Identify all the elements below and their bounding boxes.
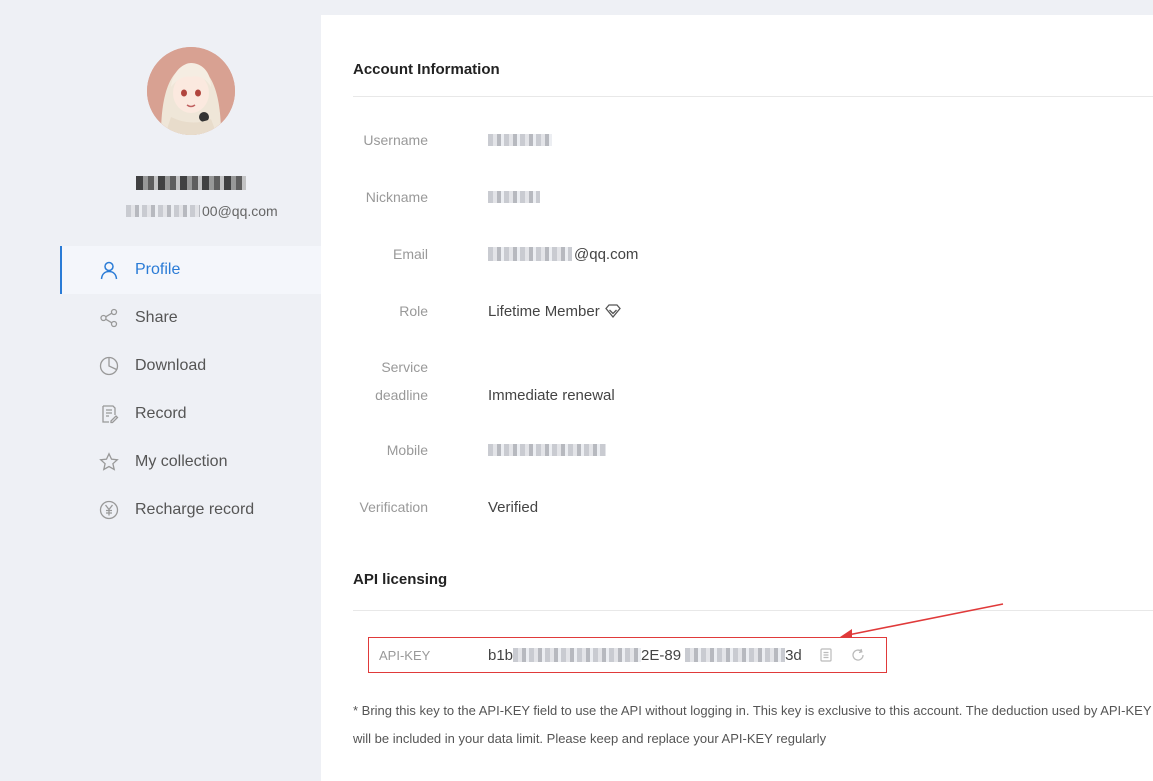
sidebar-item-recharge-record[interactable]: Recharge record	[60, 486, 321, 534]
refresh-icon[interactable]	[850, 647, 866, 663]
email-row: Email @qq.com	[353, 239, 1113, 269]
sidebar-nav: Profile Share Download Record My collect…	[60, 246, 321, 534]
sidebar-item-label: Recharge record	[135, 501, 255, 518]
immediate-renewal-link[interactable]: Immediate renewal	[488, 381, 615, 409]
api-key-row: API-KEY b1b 2E-89 3d	[368, 637, 887, 673]
username-value-redacted	[488, 134, 552, 146]
sidebar-item-label: Profile	[135, 261, 181, 278]
sidebar-item-my-collection[interactable]: My collection	[60, 438, 321, 486]
user-icon	[98, 259, 120, 281]
sidebar-item-profile[interactable]: Profile	[60, 246, 321, 294]
main-panel: Account Information Username Nickname Em…	[321, 15, 1153, 781]
diamond-icon	[604, 304, 621, 319]
email-value: @qq.com	[488, 246, 638, 263]
annotation-arrow-icon	[840, 603, 1004, 638]
nickname-label: Nickname	[365, 189, 428, 205]
pie-chart-icon	[98, 355, 120, 377]
api-key-note: * Bring this key to the API-KEY field to…	[353, 703, 1152, 746]
verification-value: Verified	[488, 498, 539, 516]
divider	[353, 610, 1153, 611]
api-key-label: API-KEY	[379, 647, 431, 663]
sidebar-item-label: Record	[135, 405, 187, 422]
record-icon	[98, 403, 120, 425]
yen-icon	[98, 499, 120, 521]
user-email: 00@qq.com	[126, 203, 278, 219]
mobile-value-redacted	[488, 444, 606, 456]
nickname-value-redacted	[488, 191, 540, 203]
copy-icon[interactable]	[818, 647, 834, 663]
nickname-row: Nickname	[353, 182, 1113, 212]
api-licensing-title: API licensing	[353, 571, 448, 588]
divider	[353, 96, 1153, 97]
mobile-label: Mobile	[386, 442, 428, 458]
sidebar-item-label: Share	[135, 309, 178, 326]
email-label: Email	[392, 246, 428, 262]
mobile-row: Mobile	[353, 435, 1113, 465]
sidebar-item-download[interactable]: Download	[60, 342, 321, 390]
role-row: Role Lifetime Member	[353, 296, 1113, 326]
sidebar: 00@qq.com Profile Share Download Record	[0, 0, 321, 781]
sidebar-item-label: My collection	[135, 453, 228, 470]
verification-row: Verification Verified	[353, 492, 1113, 522]
api-key-value[interactable]: b1b 2E-89 3d	[488, 647, 802, 664]
role-value: Lifetime Member	[488, 302, 622, 320]
verification-label: Verification	[359, 499, 428, 515]
user-name-redacted	[136, 172, 246, 194]
username-label: Username	[363, 132, 428, 148]
service-deadline-label: Service deadline	[375, 359, 428, 403]
sidebar-item-record[interactable]: Record	[60, 390, 321, 438]
service-deadline-row: Service deadline Immediate renewal	[353, 353, 1113, 409]
star-icon	[98, 451, 120, 473]
api-key-actions	[818, 647, 866, 663]
avatar[interactable]	[147, 47, 235, 135]
share-icon	[98, 307, 120, 329]
username-row: Username	[353, 125, 1113, 155]
sidebar-item-share[interactable]: Share	[60, 294, 321, 342]
account-info-title: Account Information	[353, 61, 500, 78]
role-label: Role	[399, 303, 428, 319]
sidebar-item-label: Download	[135, 357, 207, 374]
